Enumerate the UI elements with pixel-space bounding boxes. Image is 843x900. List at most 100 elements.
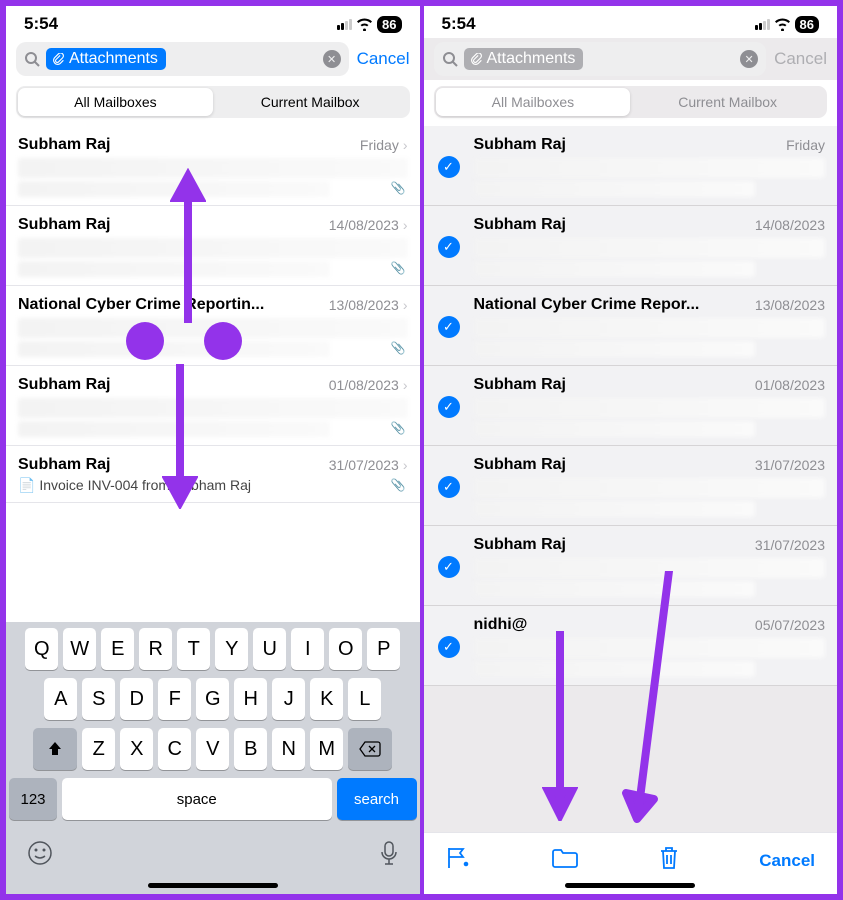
key-u[interactable]: U xyxy=(253,628,286,670)
key-o[interactable]: O xyxy=(329,628,362,670)
seg-all-mailboxes[interactable]: All Mailboxes xyxy=(18,88,213,116)
key-e[interactable]: E xyxy=(101,628,134,670)
sender: National Cyber Crime Repor... xyxy=(474,296,700,314)
date-label: 14/08/2023 › xyxy=(329,217,408,233)
checkbox-checked-icon[interactable]: ✓ xyxy=(438,156,460,178)
search-input[interactable]: Attachments ✕ xyxy=(434,42,767,76)
sender: Subham Raj xyxy=(474,376,566,394)
keyboard[interactable]: QWERTYUIOP ASDFGHJKL ZXCVBNM 123 space s… xyxy=(6,622,420,894)
move-button[interactable] xyxy=(551,847,579,874)
wifi-icon xyxy=(356,18,373,31)
seg-all-mailboxes[interactable]: All Mailboxes xyxy=(436,88,631,116)
key-h[interactable]: H xyxy=(234,678,267,720)
scope-segment: All Mailboxes Current Mailbox xyxy=(434,86,828,118)
space-key[interactable]: space xyxy=(62,778,332,820)
key-a[interactable]: A xyxy=(44,678,77,720)
list-item[interactable]: Subham Raj31/07/2023 ›📄 Invoice INV-004 … xyxy=(6,446,420,503)
search-token[interactable]: Attachments xyxy=(464,48,584,70)
touch-dots-annotation xyxy=(126,322,242,360)
chevron-right-icon: › xyxy=(403,217,408,233)
list-item[interactable]: ✓Subham Raj01/08/2023 xyxy=(424,366,838,446)
key-r[interactable]: R xyxy=(139,628,172,670)
key-x[interactable]: X xyxy=(120,728,153,770)
list-item[interactable]: Subham Raj14/08/2023 ›📎 xyxy=(6,206,420,286)
key-p[interactable]: P xyxy=(367,628,400,670)
paperclip-icon: 📎 xyxy=(391,181,406,195)
chevron-right-icon: › xyxy=(403,137,408,153)
home-indicator xyxy=(148,883,278,888)
checkbox-checked-icon[interactable]: ✓ xyxy=(438,236,460,258)
paperclip-icon: 📎 xyxy=(391,421,406,435)
chevron-right-icon: › xyxy=(403,457,408,473)
scope-segment: All Mailboxes Current Mailbox xyxy=(16,86,410,118)
arrow-diag-annotation xyxy=(614,571,684,826)
status-bar: 5:54 86 xyxy=(424,6,838,38)
seg-current-mailbox[interactable]: Current Mailbox xyxy=(630,88,825,116)
key-t[interactable]: T xyxy=(177,628,210,670)
cancel-search-link[interactable]: Cancel xyxy=(357,49,410,69)
search-row: Attachments ✕ Cancel xyxy=(424,38,838,80)
sender: National Cyber Crime Reportin... xyxy=(18,296,264,314)
key-d[interactable]: D xyxy=(120,678,153,720)
dictate-key[interactable] xyxy=(379,840,399,866)
checkbox-checked-icon[interactable]: ✓ xyxy=(438,636,460,658)
toolbar-cancel-button[interactable]: Cancel xyxy=(759,851,815,871)
date-label: 01/08/2023 › xyxy=(329,377,408,393)
sender: Subham Raj xyxy=(18,376,110,394)
checkbox-checked-icon[interactable]: ✓ xyxy=(438,316,460,338)
chevron-right-icon: › xyxy=(403,377,408,393)
paperclip-icon: 📎 xyxy=(391,261,406,275)
date-label: 31/07/2023 xyxy=(755,537,825,553)
shift-key[interactable] xyxy=(33,728,77,770)
key-z[interactable]: Z xyxy=(82,728,115,770)
date-label: 31/07/2023 › xyxy=(329,457,408,473)
wifi-icon xyxy=(774,18,791,31)
key-f[interactable]: F xyxy=(158,678,191,720)
delete-key[interactable] xyxy=(348,728,392,770)
key-m[interactable]: M xyxy=(310,728,343,770)
checkbox-checked-icon[interactable]: ✓ xyxy=(438,396,460,418)
checkbox-checked-icon[interactable]: ✓ xyxy=(438,556,460,578)
search-token[interactable]: Attachments xyxy=(46,48,166,70)
key-j[interactable]: J xyxy=(272,678,305,720)
list-item[interactable]: ✓ Subham Raj Friday xyxy=(424,126,838,206)
emoji-key[interactable] xyxy=(27,840,53,866)
seg-current-mailbox[interactable]: Current Mailbox xyxy=(213,88,408,116)
battery-icon: 86 xyxy=(377,16,401,33)
list-item[interactable]: Subham Raj 01/08/2023 › 📎 xyxy=(6,366,420,446)
flag-button[interactable] xyxy=(446,846,472,875)
date-label: 13/08/2023 xyxy=(755,297,825,313)
key-g[interactable]: G xyxy=(196,678,229,720)
key-v[interactable]: V xyxy=(196,728,229,770)
clear-search-button[interactable]: ✕ xyxy=(323,50,341,68)
search-key[interactable]: search xyxy=(337,778,417,820)
date-label: Friday xyxy=(786,137,825,153)
key-b[interactable]: B xyxy=(234,728,267,770)
status-time: 5:54 xyxy=(24,14,58,34)
paperclip-icon: 📎 xyxy=(391,478,406,492)
clear-search-button[interactable]: ✕ xyxy=(740,50,758,68)
number-key[interactable]: 123 xyxy=(9,778,57,820)
key-n[interactable]: N xyxy=(272,728,305,770)
results-list[interactable]: Subham RajFriday ›📎Subham Raj14/08/2023 … xyxy=(6,126,420,622)
trash-button[interactable] xyxy=(658,845,680,876)
home-indicator xyxy=(565,883,695,888)
key-c[interactable]: C xyxy=(158,728,191,770)
key-s[interactable]: S xyxy=(82,678,115,720)
list-item[interactable]: ✓Subham Raj31/07/2023 xyxy=(424,446,838,526)
sender: Subham Raj xyxy=(474,136,566,154)
key-y[interactable]: Y xyxy=(215,628,248,670)
list-item[interactable]: Subham RajFriday ›📎 xyxy=(6,126,420,206)
key-w[interactable]: W xyxy=(63,628,96,670)
arrow-up-annotation xyxy=(170,168,206,323)
key-q[interactable]: Q xyxy=(25,628,58,670)
key-l[interactable]: L xyxy=(348,678,381,720)
list-item[interactable]: ✓ National Cyber Crime Repor... 13/08/2023 xyxy=(424,286,838,366)
list-item[interactable]: ✓Subham Raj14/08/2023 xyxy=(424,206,838,286)
key-k[interactable]: K xyxy=(310,678,343,720)
key-i[interactable]: I xyxy=(291,628,324,670)
date-label: 14/08/2023 xyxy=(755,217,825,233)
search-input[interactable]: Attachments ✕ xyxy=(16,42,349,76)
sender: nidhi@ xyxy=(474,616,528,634)
checkbox-checked-icon[interactable]: ✓ xyxy=(438,476,460,498)
